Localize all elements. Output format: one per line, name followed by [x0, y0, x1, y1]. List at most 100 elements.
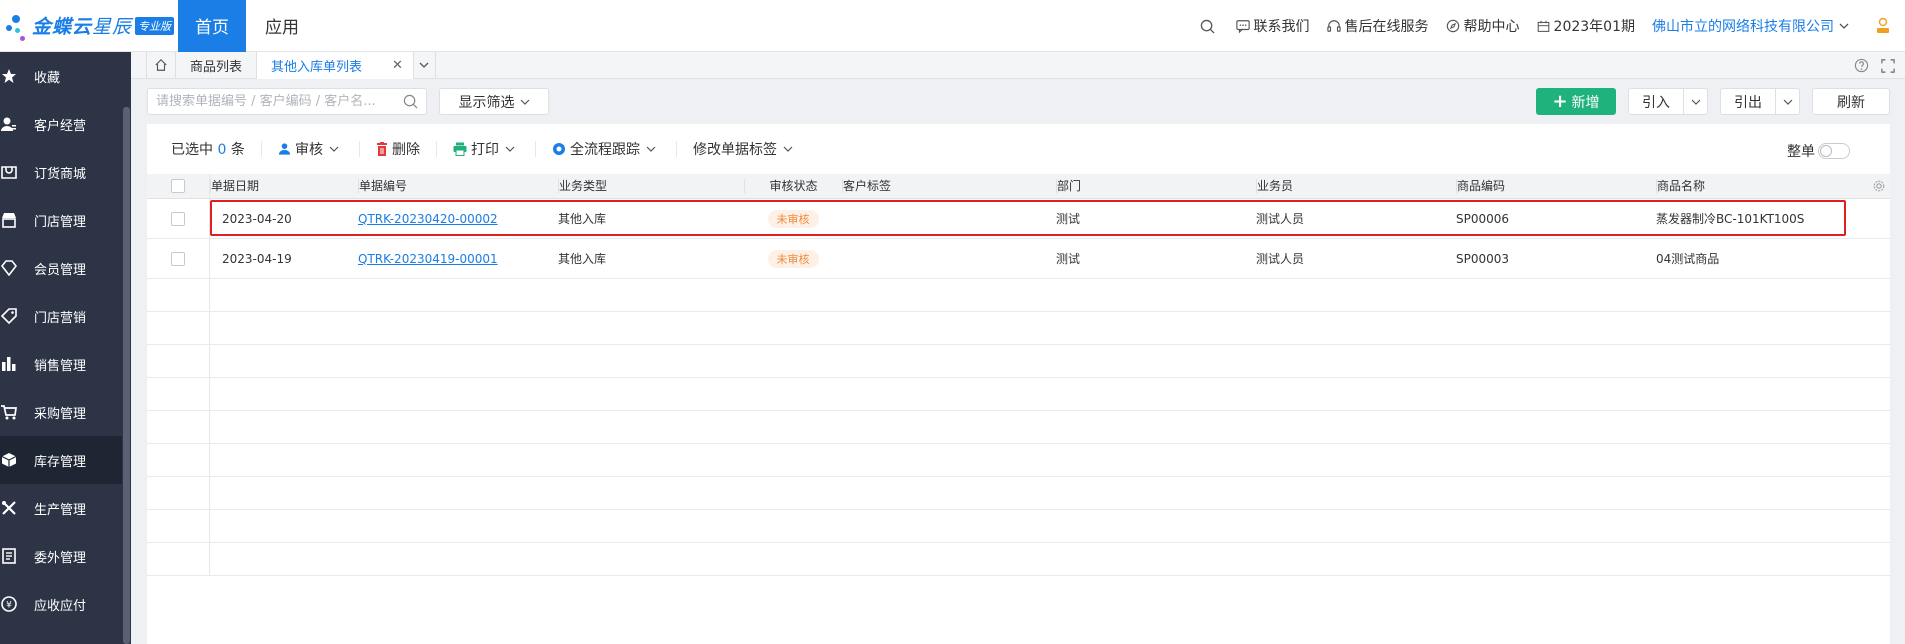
tab-other-inbound-list[interactable]: 其他入库单列表 ✕	[257, 51, 414, 79]
company-selector[interactable]: 佛山市立的网络科技有限公司	[1652, 16, 1853, 36]
nav-home[interactable]: 首页	[178, 0, 246, 52]
nav-app[interactable]: 应用	[246, 0, 318, 52]
fullscreen-icon[interactable]	[1881, 58, 1895, 73]
sidebar-item-label: 收藏	[34, 70, 61, 86]
sidebar-item-label: 应收应付	[34, 598, 87, 614]
selected-prefix: 已选中	[171, 142, 213, 158]
period-selector[interactable]: 2023年01期	[1537, 16, 1635, 36]
sidebar-item[interactable]: 委外管理	[0, 532, 131, 580]
add-label: 新增	[1571, 94, 1600, 111]
print-action[interactable]: 打印	[436, 141, 535, 158]
cell-date: 2023-04-19	[222, 251, 292, 266]
sidebar-scrollbar[interactable]	[122, 52, 131, 644]
sidebar-item[interactable]: 门店营销	[0, 292, 131, 340]
help-link[interactable]: 帮助中心	[1446, 16, 1520, 36]
help-icon[interactable]	[1854, 58, 1869, 73]
logo[interactable]: 金蝶云星辰 专业版	[0, 0, 178, 52]
sidebar-item[interactable]: 订货商城	[0, 148, 131, 196]
sidebar-item-label: 委外管理	[34, 550, 87, 566]
delete-action[interactable]: 删除	[359, 141, 436, 158]
gear-icon[interactable]	[1872, 179, 1886, 193]
service-link[interactable]: 售后在线服务	[1326, 16, 1429, 36]
compass-icon	[1446, 19, 1459, 33]
logo-badge: 专业版	[135, 16, 175, 35]
batch-actions: 已选中 0 条 审核 删除 打印 全流程跟踪 修改单据标签 整单	[147, 124, 1890, 174]
sidebar-item[interactable]: 客户经营	[0, 100, 131, 148]
col-header-dept[interactable]: 部门	[1056, 179, 1256, 193]
tab-home[interactable]	[146, 51, 176, 79]
export-dropdown[interactable]	[1776, 88, 1800, 115]
document-code-link[interactable]: QTRK-20230420-00002	[358, 212, 498, 226]
contact-link[interactable]: 联系我们	[1235, 16, 1310, 36]
service-label: 售后在线服务	[1344, 19, 1429, 35]
search-icon[interactable]	[403, 94, 418, 109]
sidebar-item[interactable]: 采购管理	[0, 388, 131, 436]
sidebar-item[interactable]: ¥ 应收应付	[0, 580, 131, 628]
search-input[interactable]	[156, 94, 403, 109]
col-header-name[interactable]: 商品名称	[1656, 179, 1856, 193]
empty-table-row	[147, 279, 1890, 312]
close-icon[interactable]: ✕	[392, 58, 403, 73]
tab-more-button[interactable]	[414, 51, 436, 79]
toolbar-actions: + 新增 引入 引出 刷新	[1536, 88, 1890, 115]
sidebar-item[interactable]: 销售管理	[0, 340, 131, 388]
table-row[interactable]: 2023-04-19 QTRK-20230419-00001 其他入库 未审核 …	[147, 239, 1890, 279]
status-badge: 未审核	[767, 209, 819, 228]
global-search-button[interactable]	[1200, 19, 1219, 34]
refresh-button[interactable]: 刷新	[1812, 88, 1890, 115]
col-header-status[interactable]: 审核状态	[744, 179, 842, 193]
audit-action[interactable]: 审核	[261, 141, 359, 158]
col-header-date[interactable]: 单据日期	[210, 179, 358, 193]
document-code-link[interactable]: QTRK-20230419-00001	[358, 252, 498, 266]
select-all-checkbox[interactable]	[171, 179, 185, 193]
empty-table-row	[147, 312, 1890, 345]
table-row[interactable]: 2023-04-20 QTRK-20230420-00002 其他入库 未审核 …	[147, 199, 1890, 239]
search-box[interactable]	[147, 88, 427, 115]
import-dropdown[interactable]	[1684, 88, 1708, 115]
import-button[interactable]: 引入	[1628, 88, 1684, 115]
plus-icon: +	[1552, 91, 1568, 112]
sidebar-item[interactable]: 门店管理	[0, 196, 131, 244]
row-checkbox[interactable]	[171, 211, 185, 226]
cell-name: 04测试商品	[1656, 252, 1720, 266]
table-header: 单据日期 单据编号 业务类型 审核状态 客户标签 部门 业务员 商品编码 商品名…	[147, 174, 1890, 199]
tab-bar-tools	[1854, 52, 1895, 79]
col-header-type[interactable]: 业务类型	[558, 179, 744, 193]
show-filter-button[interactable]: 显示筛选	[439, 88, 549, 115]
row-checkbox[interactable]	[171, 251, 185, 266]
col-header-staff[interactable]: 业务员	[1256, 179, 1456, 193]
sidebar-item[interactable]: 会员管理	[0, 244, 131, 292]
add-button[interactable]: + 新增	[1536, 88, 1616, 115]
empty-check-cell	[147, 345, 210, 378]
list-panel: 已选中 0 条 审核 删除 打印 全流程跟踪 修改单据标签 整单 单据日期 单据…	[147, 124, 1890, 644]
whole-order-toggle[interactable]	[1818, 143, 1850, 159]
logo-main: 金蝶云	[32, 16, 93, 38]
selected-suffix: 条	[230, 142, 245, 158]
col-header-code[interactable]: 单据编号	[358, 179, 558, 193]
whole-order-label: 整单	[1787, 144, 1815, 160]
chevron-down-icon	[1691, 99, 1700, 105]
chevron-down-icon	[1783, 99, 1792, 105]
col-header-tag[interactable]: 客户标签	[842, 179, 1056, 193]
user-avatar[interactable]	[1875, 17, 1895, 35]
export-group: 引出	[1720, 88, 1800, 115]
status-badge: 未审核	[767, 249, 819, 268]
coin-icon: ¥	[1, 596, 17, 612]
select-all-cell	[147, 174, 210, 198]
export-button[interactable]: 引出	[1720, 88, 1776, 115]
sidebar-item[interactable]: 库存管理	[0, 436, 131, 484]
col-header-sku[interactable]: 商品编码	[1456, 179, 1656, 193]
sidebar-item-label: 会员管理	[34, 262, 87, 278]
edit-tag-action[interactable]: 修改单据标签	[676, 141, 813, 158]
empty-table-row	[147, 444, 1890, 477]
sidebar-item[interactable]: 收藏	[0, 52, 131, 100]
empty-check-cell	[147, 444, 210, 477]
sidebar-item-label: 客户经营	[34, 118, 87, 134]
track-action[interactable]: 全流程跟踪	[535, 141, 676, 158]
sidebar-scroll-thumb[interactable]	[123, 107, 130, 644]
list-toolbar: 显示筛选 + 新增 引入 引出 刷新	[131, 79, 1905, 124]
track-icon	[553, 143, 565, 155]
chevron-down-icon	[505, 146, 515, 152]
sidebar-item[interactable]: 生产管理	[0, 484, 131, 532]
tab-product-list[interactable]: 商品列表	[176, 51, 258, 79]
